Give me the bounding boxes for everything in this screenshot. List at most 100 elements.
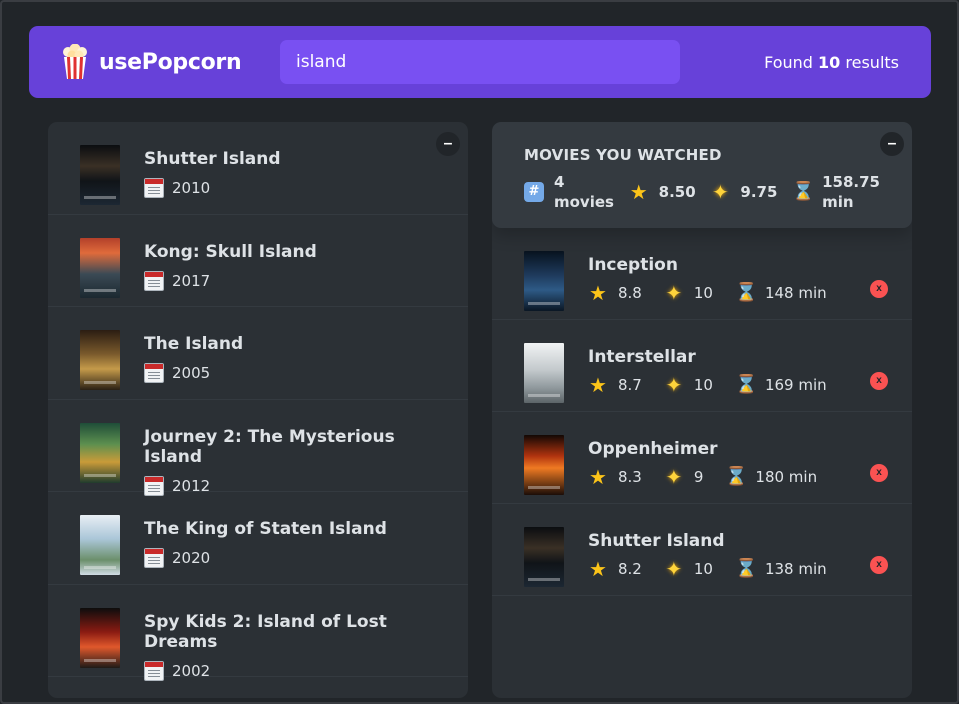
movie-list: Shutter Island 2010 Kong: Skull Island 2017… — [48, 122, 468, 681]
stat-runtime-value: 158.75 min — [822, 172, 880, 212]
stat-imdb-value: 8.50 — [658, 183, 696, 201]
search-results-box: – Shutter Island 2010 Kong: Skull Island 20… — [48, 122, 468, 698]
calendar-icon — [144, 363, 164, 383]
movie-title: Shutter Island — [588, 531, 725, 551]
movie-title: Journey 2: The Mysterious Island — [144, 426, 395, 467]
delete-button[interactable]: x — [870, 464, 888, 482]
movie-list-item[interactable]: Kong: Skull Island 2017 — [48, 215, 468, 307]
movie-info: Oppenheimer ★ 8.3 ✦ 9 ⌛ 180 min — [588, 435, 880, 487]
movie-title: Oppenheimer — [588, 439, 718, 459]
movie-title: Shutter Island — [144, 149, 281, 169]
glowing-star-icon: ✦ — [665, 373, 683, 397]
watched-list: Inception ★ 8.8 ✦ 10 ⌛ 148 min x Interstellar ★ 8.… — [492, 228, 912, 596]
movie-info: Inception ★ 8.8 ✦ 10 ⌛ 148 min — [588, 251, 880, 303]
user-rating: ✦ 9 — [664, 467, 703, 487]
logo: usePopcorn — [61, 43, 280, 80]
movie-info: The Island 2005 — [144, 330, 243, 383]
collapse-button[interactable]: – — [436, 132, 460, 156]
movie-list-item[interactable]: Shutter Island 2010 — [48, 122, 468, 215]
watched-box: – Movies you watched # 4 movies ★ 8.50 ✦… — [492, 122, 912, 698]
star-icon: ★ — [589, 373, 607, 397]
movie-info: Shutter Island 2010 — [144, 145, 281, 198]
imdb-rating: ★ 8.2 — [588, 559, 642, 579]
user-rating-value: 10 — [693, 376, 713, 394]
movie-stats: ★ 8.2 ✦ 10 ⌛ 138 min — [588, 557, 880, 581]
runtime-value: 138 min — [764, 560, 827, 578]
runtime-value: 180 min — [755, 468, 818, 486]
watched-list-item: Oppenheimer ★ 8.3 ✦ 9 ⌛ 180 min x — [492, 412, 912, 504]
popcorn-icon — [61, 43, 89, 80]
movie-title: The Island — [144, 334, 244, 354]
stat-imdb-rating: ★ 8.50 — [629, 182, 696, 202]
imdb-rating-value: 8.8 — [618, 284, 642, 302]
calendar-icon — [144, 270, 164, 291]
movie-year-row: 2010 — [144, 178, 281, 198]
movie-poster — [80, 145, 120, 205]
glowing-star-icon: ✦ — [665, 281, 683, 305]
delete-button[interactable]: x — [870, 280, 888, 298]
delete-button[interactable]: x — [870, 556, 888, 574]
collapse-button[interactable]: – — [880, 132, 904, 156]
movie-poster — [524, 527, 564, 587]
stat-runtime: ⌛ 158.75 min — [792, 172, 880, 212]
delete-button[interactable]: x — [870, 372, 888, 390]
summary-heading: Movies you watched — [524, 146, 722, 164]
movie-stats: ★ 8.3 ✦ 9 ⌛ 180 min — [588, 466, 880, 488]
runtime: ⌛ 148 min — [735, 283, 827, 303]
movie-info: Kong: Skull Island 2017 — [144, 238, 317, 291]
movie-year-row: 2017 — [144, 270, 317, 291]
hourglass-icon: ⌛ — [725, 466, 748, 487]
imdb-rating: ★ 8.7 — [588, 375, 642, 395]
stat-count: # 4 movies — [524, 172, 614, 212]
watched-summary: Movies you watched # 4 movies ★ 8.50 ✦ 9… — [492, 122, 912, 228]
movie-poster — [524, 435, 564, 495]
results-count: Found 10 results — [764, 53, 899, 72]
stat-count-value: 4 movies — [554, 172, 614, 212]
user-rating-value: 10 — [693, 560, 713, 578]
stat-user-value: 9.75 — [740, 183, 778, 201]
movie-list-item[interactable]: Journey 2: The Mysterious Island 2012 — [48, 400, 468, 496]
user-rating: ✦ 10 — [664, 557, 713, 581]
glowing-star-icon: ✦ — [665, 557, 683, 581]
stat-user-rating: ✦ 9.75 — [710, 182, 777, 202]
movie-info: Interstellar ★ 8.7 ✦ 10 ⌛ 169 min — [588, 343, 880, 395]
runtime: ⌛ 169 min — [735, 375, 827, 395]
imdb-rating-value: 8.2 — [618, 560, 642, 578]
star-icon: ★ — [589, 557, 607, 581]
movie-list-item[interactable]: The King of Staten Island 2020 — [48, 492, 468, 585]
hash-icon: # — [524, 182, 544, 202]
movie-title: Kong: Skull Island — [144, 241, 317, 262]
runtime-value: 169 min — [764, 376, 827, 394]
watched-list-item: Inception ★ 8.8 ✦ 10 ⌛ 148 min x — [492, 228, 912, 320]
movie-year-row: 2020 — [144, 548, 387, 568]
watched-list-item: Shutter Island ★ 8.2 ✦ 10 ⌛ 138 min x — [492, 504, 912, 596]
movie-year: 2017 — [172, 271, 211, 290]
search-input[interactable] — [280, 40, 680, 84]
movie-year-row: 2005 — [144, 363, 243, 383]
movie-stats: ★ 8.7 ✦ 10 ⌛ 169 min — [588, 373, 880, 397]
results-number: 10 — [818, 52, 841, 72]
navbar: usePopcorn Found 10 results — [29, 26, 931, 98]
star-icon: ★ — [589, 281, 607, 305]
movie-poster — [80, 515, 120, 575]
user-rating-value: 10 — [693, 284, 713, 302]
results-suffix: results — [845, 52, 899, 72]
user-rating: ✦ 10 — [664, 373, 713, 397]
stat-count-number: 4 — [554, 173, 565, 191]
movie-stats: ★ 8.8 ✦ 10 ⌛ 148 min — [588, 281, 880, 305]
stat-runtime-number: 158.75 — [822, 173, 880, 191]
runtime-value: 148 min — [764, 284, 827, 302]
movie-year: 2010 — [172, 179, 211, 197]
movie-info: Shutter Island ★ 8.2 ✦ 10 ⌛ 138 min — [588, 527, 880, 579]
calendar-icon — [144, 660, 164, 681]
calendar-icon — [144, 548, 164, 568]
imdb-rating-value: 8.7 — [618, 376, 642, 394]
movie-info: The King of Staten Island 2020 — [144, 515, 387, 568]
movie-year: 2002 — [172, 661, 211, 680]
hourglass-icon: ⌛ — [734, 558, 758, 579]
movie-info: Spy Kids 2: Island of Lost Dreams 2002 — [144, 608, 436, 681]
movie-list-item[interactable]: The Island 2005 — [48, 307, 468, 400]
hourglass-icon: ⌛ — [734, 282, 758, 303]
movie-list-item[interactable]: Spy Kids 2: Island of Lost Dreams 2002 — [48, 585, 468, 681]
movie-title: Spy Kids 2: Island of Lost Dreams — [144, 611, 387, 652]
